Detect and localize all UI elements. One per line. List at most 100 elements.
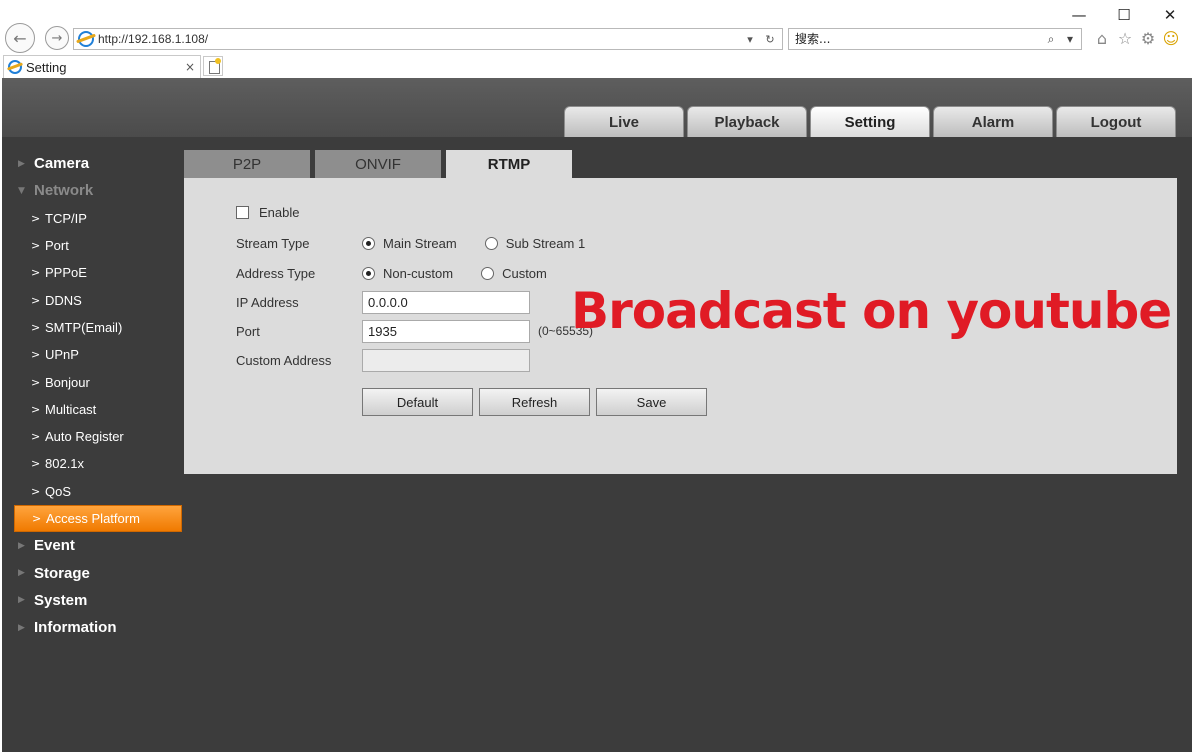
sidebar-item-port[interactable]: > Port — [14, 232, 182, 259]
custom-address-input — [362, 348, 530, 372]
stream-sub-option[interactable]: Sub Stream 1 — [484, 235, 586, 251]
refresh-button[interactable]: Refresh — [479, 388, 590, 416]
chevron-right-icon: > — [32, 512, 42, 525]
forward-button[interactable]: → — [45, 26, 69, 50]
address-custom-option[interactable]: Custom — [481, 266, 547, 281]
top-navigation: Live Playback Setting Alarm Logout — [564, 106, 1176, 137]
collapsed-arrow-icon: ▶ — [18, 540, 25, 551]
tab-close-icon[interactable]: × — [182, 60, 198, 74]
tab-rtmp[interactable]: RTMP — [446, 150, 572, 178]
collapsed-arrow-icon: ▶ — [18, 595, 25, 606]
chevron-right-icon: > — [31, 293, 41, 307]
port-input[interactable] — [362, 319, 530, 343]
sidebar-item-label: Bonjour — [45, 374, 90, 390]
sidebar-item-bonjour[interactable]: > Bonjour — [14, 368, 182, 395]
sidebar-item-qos[interactable]: > QoS — [14, 478, 182, 505]
chevron-right-icon: > — [31, 457, 41, 471]
ip-address-row: IP Address — [236, 290, 530, 314]
sidebar-item-storage[interactable]: ▶ Storage — [14, 559, 182, 586]
sidebar-item-multicast[interactable]: > Multicast — [14, 396, 182, 423]
search-input[interactable] — [789, 30, 1043, 48]
sidebar-item-label: DDNS — [45, 292, 82, 308]
settings-gear-icon[interactable]: ⚙ — [1139, 28, 1157, 48]
sidebar-item-label: QoS — [45, 483, 72, 499]
sidebar-item-label: TCP/IP — [45, 210, 87, 226]
sidebar-item-network[interactable]: ▼ Network — [14, 177, 182, 204]
ie-tab-icon — [8, 60, 22, 74]
save-button[interactable]: Save — [596, 388, 707, 416]
sidebar-item-system[interactable]: ▶ System — [14, 587, 182, 614]
close-window-button[interactable]: ✕ — [1154, 4, 1186, 26]
sidebar-item-label: Network — [34, 182, 94, 200]
camera-web-app: Live Playback Setting Alarm Logout ▶ Cam… — [2, 78, 1192, 752]
sidebar-item-label: PPPoE — [45, 265, 87, 281]
broadcast-annotation: Broadcast on youtube — [571, 282, 1172, 340]
sidebar-item-label: Multicast — [45, 401, 97, 417]
sidebar-item-smtp[interactable]: > SMTP(Email) — [14, 314, 182, 341]
collapsed-arrow-icon: ▶ — [18, 568, 25, 579]
search-icon[interactable]: ⌕ — [1043, 32, 1059, 47]
search-box[interactable]: ⌕ ▾ — [788, 28, 1082, 50]
address-type-row: Address Type Non-custom Custom — [236, 262, 575, 284]
chevron-right-icon: > — [31, 239, 41, 253]
chevron-right-icon: > — [31, 375, 41, 389]
favorites-star-icon[interactable]: ☆ — [1116, 28, 1134, 48]
default-button[interactable]: Default — [362, 388, 473, 416]
sidebar-item-pppoe[interactable]: > PPPoE — [14, 259, 182, 286]
expanded-arrow-icon: ▼ — [18, 185, 25, 196]
chevron-right-icon: > — [31, 320, 41, 334]
chevron-right-icon: > — [31, 484, 41, 498]
sub-stream-radio[interactable] — [484, 236, 498, 250]
browser-toolbar-icons: ⌂ ☆ ⚙ ☺ — [1093, 28, 1180, 48]
nav-live-button[interactable]: Live — [564, 106, 684, 137]
nav-playback-button[interactable]: Playback — [687, 106, 807, 137]
home-icon[interactable]: ⌂ — [1093, 28, 1111, 48]
nav-logout-button[interactable]: Logout — [1056, 106, 1176, 137]
maximize-button[interactable]: ☐ — [1108, 4, 1140, 26]
new-tab-icon[interactable] — [203, 56, 223, 76]
address-type-label: Address Type — [236, 265, 316, 281]
sidebar-item-8021x[interactable]: >802.1x — [14, 450, 182, 477]
address-bar[interactable]: http://192.168.1.108/ ▾ ↻ — [73, 28, 783, 50]
address-noncustom-option[interactable]: Non-custom — [362, 266, 453, 281]
nav-setting-button[interactable]: Setting — [810, 106, 930, 137]
sidebar-item-camera[interactable]: ▶ Camera — [14, 150, 182, 177]
sidebar-item-tcpip[interactable]: > TCP/IP — [14, 205, 182, 232]
sidebar-item-upnp[interactable]: > UPnP — [14, 341, 182, 368]
sidebar-item-information[interactable]: ▶ Information — [14, 614, 182, 641]
sidebar-item-label: 802.1x — [45, 456, 85, 472]
browser-tab-setting[interactable]: Setting × — [3, 55, 201, 78]
sidebar-item-label: Storage — [34, 564, 90, 582]
tab-onvif[interactable]: ONVIF — [315, 150, 441, 178]
custom-radio[interactable] — [481, 266, 495, 280]
sidebar-item-label: Camera — [34, 155, 90, 173]
sidebar-item-access-platform[interactable]: > Access Platform — [14, 504, 182, 533]
minimize-button[interactable]: — — [1063, 4, 1095, 26]
ip-address-input[interactable] — [362, 290, 530, 314]
chevron-right-icon: > — [31, 211, 41, 225]
main-stream-radio[interactable] — [362, 236, 375, 250]
sidebar-item-label: System — [34, 591, 88, 609]
nav-alarm-button[interactable]: Alarm — [933, 106, 1053, 137]
sidebar-item-label: Information — [34, 619, 117, 637]
port-label: Port — [236, 323, 260, 339]
sidebar-item-auto-register[interactable]: > Auto Register — [14, 423, 182, 450]
sidebar-item-label: Access Platform — [46, 511, 140, 526]
non-custom-radio[interactable] — [362, 266, 375, 280]
sidebar-item-ddns[interactable]: > DDNS — [14, 286, 182, 313]
stream-main-option[interactable]: Main Stream — [362, 236, 457, 251]
search-dropdown-icon[interactable]: ▾ — [1062, 32, 1078, 46]
address-url[interactable]: http://192.168.1.108/ — [98, 32, 742, 46]
sidebar-item-label: SMTP(Email) — [45, 319, 123, 335]
enable-checkbox[interactable] — [236, 205, 249, 219]
tab-p2p[interactable]: P2P — [184, 150, 310, 178]
back-button[interactable]: ← — [5, 23, 35, 53]
chevron-right-icon: > — [31, 348, 41, 362]
chevron-right-icon: > — [31, 430, 41, 444]
sub-stream-label: Sub Stream 1 — [505, 235, 586, 251]
feedback-smiley-icon[interactable]: ☺ — [1162, 28, 1180, 48]
refresh-icon[interactable]: ↻ — [762, 33, 778, 46]
access-platform-tabs: P2P ONVIF RTMP — [184, 150, 572, 178]
address-dropdown-icon[interactable]: ▾ — [742, 33, 758, 46]
sidebar-item-event[interactable]: ▶ Event — [14, 532, 182, 559]
